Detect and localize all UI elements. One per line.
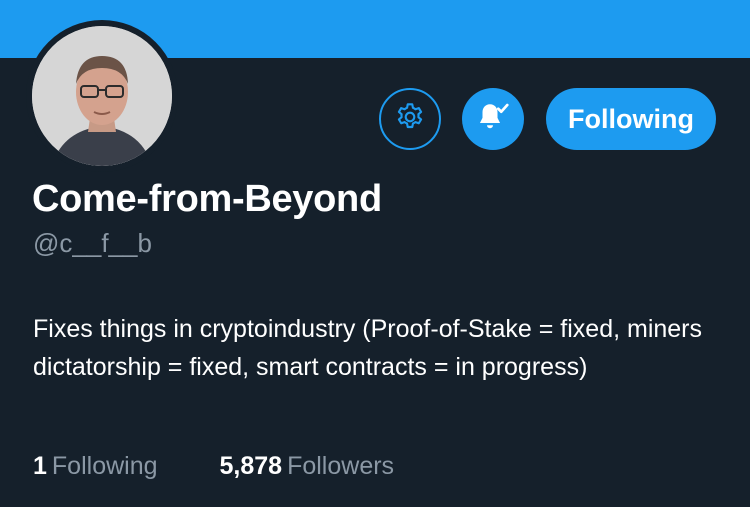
following-count: 1: [33, 452, 47, 480]
notifications-button[interactable]: [462, 88, 524, 150]
avatar-photo: [32, 26, 172, 166]
profile-bio: Fixes things in cryptoindustry (Proof-of…: [33, 315, 703, 381]
followers-count: 5,878: [219, 452, 283, 480]
following-button[interactable]: Following: [546, 88, 716, 150]
bell-check-icon: [475, 99, 511, 140]
avatar[interactable]: [26, 20, 178, 172]
user-handle: @c__f__b: [33, 228, 152, 258]
followers-stat-label: Followers: [287, 452, 395, 480]
gear-icon: [394, 101, 426, 138]
profile-stats: 1 Following 5,878 Followers: [33, 452, 394, 481]
settings-button[interactable]: [379, 88, 441, 150]
followers-stat[interactable]: 5,878 Followers: [220, 452, 395, 481]
display-name: Come-from-Beyond: [32, 178, 382, 220]
following-stat[interactable]: 1 Following: [33, 452, 158, 481]
profile-page: Following Come-from-Beyond @c__f__b Fixe…: [0, 0, 750, 507]
following-stat-label: Following: [51, 452, 158, 480]
following-button-label: Following: [568, 103, 694, 134]
